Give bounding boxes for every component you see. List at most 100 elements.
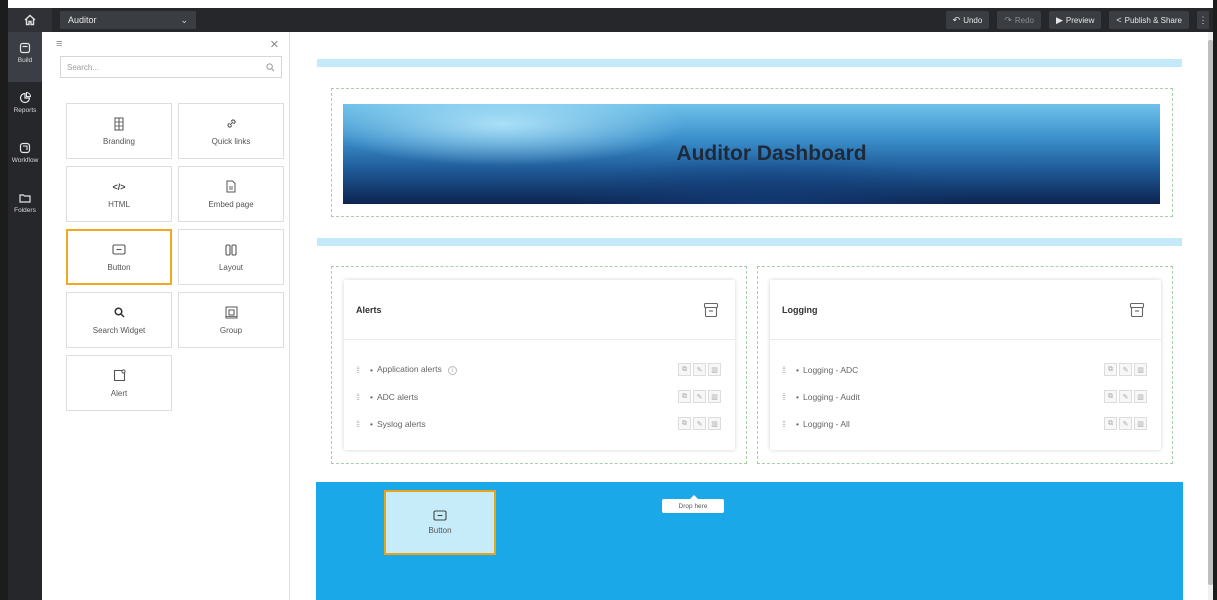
delete-icon[interactable]: ▥: [1134, 363, 1147, 376]
delete-icon[interactable]: ▥: [1134, 390, 1147, 403]
search-input[interactable]: [67, 62, 247, 72]
edit-icon[interactable]: ✎: [1119, 363, 1132, 376]
section-divider[interactable]: [317, 59, 1182, 67]
app-window: Auditor ⌄ ↶ Undo ↷ Redo ▶ Preview < Publ…: [0, 0, 1217, 600]
list-item[interactable]: ⁞⁞ • Logging - Audit ⧉ ✎ ▥: [770, 383, 1161, 410]
info-icon[interactable]: i: [447, 366, 457, 375]
nav-label-build: Build: [17, 57, 33, 64]
drag-handle-icon[interactable]: ⁞⁞: [356, 419, 368, 429]
drag-handle-icon[interactable]: ⁞⁞: [782, 392, 794, 402]
delete-icon[interactable]: ▥: [1134, 417, 1147, 430]
copy-icon[interactable]: ⧉: [678, 417, 691, 430]
widget-search-widget[interactable]: Search Widget: [66, 292, 172, 348]
dragged-button-widget[interactable]: Button: [384, 490, 496, 555]
widget-label: Alert: [110, 388, 128, 398]
drop-zone[interactable]: Drop here Button: [316, 482, 1183, 600]
nav-label-reports: Reports: [13, 107, 37, 114]
widget-branding[interactable]: Branding: [66, 103, 172, 159]
more-menu-button[interactable]: ⋮: [1197, 11, 1209, 29]
button-icon: [433, 510, 447, 521]
publish-share-button[interactable]: < Publish & Share: [1109, 11, 1189, 29]
list-item[interactable]: ⁞⁞ • Syslog alerts ⧉ ✎ ▥: [344, 410, 735, 437]
group-icon: [225, 306, 237, 319]
bullet-icon: •: [370, 391, 373, 402]
copy-icon[interactable]: ⧉: [1104, 390, 1117, 403]
edit-icon[interactable]: ✎: [1119, 417, 1132, 430]
copy-icon[interactable]: ⧉: [1104, 363, 1117, 376]
search-icon: [113, 307, 125, 318]
edit-icon[interactable]: ✎: [1119, 390, 1132, 403]
bullet-icon: •: [796, 364, 799, 375]
widget-html[interactable]: </> HTML: [66, 166, 172, 222]
top-actions: ↶ Undo ↷ Redo ▶ Preview < Publish & Shar…: [945, 11, 1209, 29]
delete-icon[interactable]: ▥: [708, 363, 721, 376]
list-item[interactable]: ⁞⁞ • Logging - ADC ⧉ ✎ ▥: [770, 356, 1161, 383]
list-item[interactable]: ⁞⁞ • Application alerts i ⧉ ✎ ▥: [344, 356, 735, 383]
dragged-widget-label: Button: [428, 526, 452, 535]
logging-card[interactable]: Logging ⁞⁞ • Logging - ADC ⧉ ✎ ▥ ⁞⁞ • Lo…: [770, 280, 1161, 450]
widget-label: Branding: [102, 136, 136, 146]
list-item-label: Logging - All: [802, 418, 850, 429]
undo-button[interactable]: ↶ Undo: [945, 11, 990, 29]
copy-icon[interactable]: ⧉: [678, 363, 691, 376]
widget-alert[interactable]: Alert: [66, 355, 172, 411]
edit-icon[interactable]: ✎: [693, 390, 706, 403]
app-selector[interactable]: Auditor ⌄: [60, 11, 196, 29]
widget-embed-page[interactable]: Embed page: [178, 166, 284, 222]
section-divider[interactable]: [317, 238, 1182, 246]
publish-share-label: Publish & Share: [1124, 15, 1182, 25]
card-title: Logging: [782, 304, 818, 315]
delete-icon[interactable]: ▥: [708, 390, 721, 403]
dashboard-banner[interactable]: Auditor Dashboard: [343, 104, 1160, 204]
row-actions: ⧉ ✎ ▥: [678, 417, 721, 430]
list-item[interactable]: ⁞⁞ • ADC alerts ⧉ ✎ ▥: [344, 383, 735, 410]
top-toolbar: Auditor ⌄ ↶ Undo ↷ Redo ▶ Preview < Publ…: [8, 8, 1213, 32]
close-icon[interactable]: ✕: [270, 38, 279, 51]
home-button[interactable]: [8, 8, 52, 32]
preview-button[interactable]: ▶ Preview: [1048, 11, 1102, 29]
delete-icon[interactable]: ▥: [708, 417, 721, 430]
copy-icon[interactable]: ⧉: [678, 390, 691, 403]
card-header: Logging: [770, 280, 1161, 340]
link-icon: [226, 119, 236, 128]
widget-label: Layout: [218, 262, 244, 272]
hamburger-icon[interactable]: ≡: [56, 38, 62, 50]
widget-button[interactable]: Button: [66, 229, 172, 285]
drag-handle-icon[interactable]: ⁞⁞: [782, 365, 794, 375]
drag-handle-icon[interactable]: ⁞⁞: [782, 419, 794, 429]
card-title: Alerts: [356, 304, 382, 315]
play-icon: ▶: [1055, 14, 1063, 25]
widget-label: Group: [219, 325, 243, 335]
search-icon[interactable]: [266, 62, 275, 72]
redo-label: Redo: [1014, 15, 1034, 25]
widget-label: Search Widget: [92, 325, 146, 335]
redo-button[interactable]: ↷ Redo: [997, 11, 1041, 29]
row-actions: ⧉ ✎ ▥: [1104, 417, 1147, 430]
widget-quick-links[interactable]: Quick links: [178, 103, 284, 159]
nav-item-workflow[interactable]: Workflow: [8, 132, 42, 182]
nav-item-folders[interactable]: Folders: [8, 182, 42, 232]
alerts-card[interactable]: Alerts ⁞⁞ • Application alerts i ⧉ ✎ ▥ ⁞⁞…: [344, 280, 735, 450]
nav-item-reports[interactable]: Reports: [8, 82, 42, 132]
widget-label: Embed page: [208, 199, 254, 209]
home-icon: [24, 14, 36, 26]
archive-icon: [1129, 302, 1145, 317]
nav-item-build[interactable]: Build: [8, 32, 42, 82]
document-icon: [226, 180, 236, 193]
row-actions: ⧉ ✎ ▥: [678, 363, 721, 376]
list-item[interactable]: ⁞⁞ • Logging - All ⧉ ✎ ▥: [770, 410, 1161, 437]
build-icon: [19, 42, 31, 54]
more-vertical-icon: ⋮: [1198, 14, 1208, 25]
banner-title: Auditor Dashboard: [676, 142, 867, 165]
bullet-icon: •: [370, 364, 373, 375]
list-item-label: Logging - ADC: [802, 364, 859, 375]
edit-icon[interactable]: ✎: [693, 363, 706, 376]
canvas-scrollbar-thumb[interactable]: [1208, 40, 1213, 585]
edit-icon[interactable]: ✎: [693, 417, 706, 430]
drag-handle-icon[interactable]: ⁞⁞: [356, 392, 368, 402]
copy-icon[interactable]: ⧉: [1104, 417, 1117, 430]
drag-handle-icon[interactable]: ⁞⁞: [356, 365, 368, 375]
widget-group[interactable]: Group: [178, 292, 284, 348]
widget-layout[interactable]: Layout: [178, 229, 284, 285]
list-item-label: Logging - Audit: [802, 391, 860, 402]
